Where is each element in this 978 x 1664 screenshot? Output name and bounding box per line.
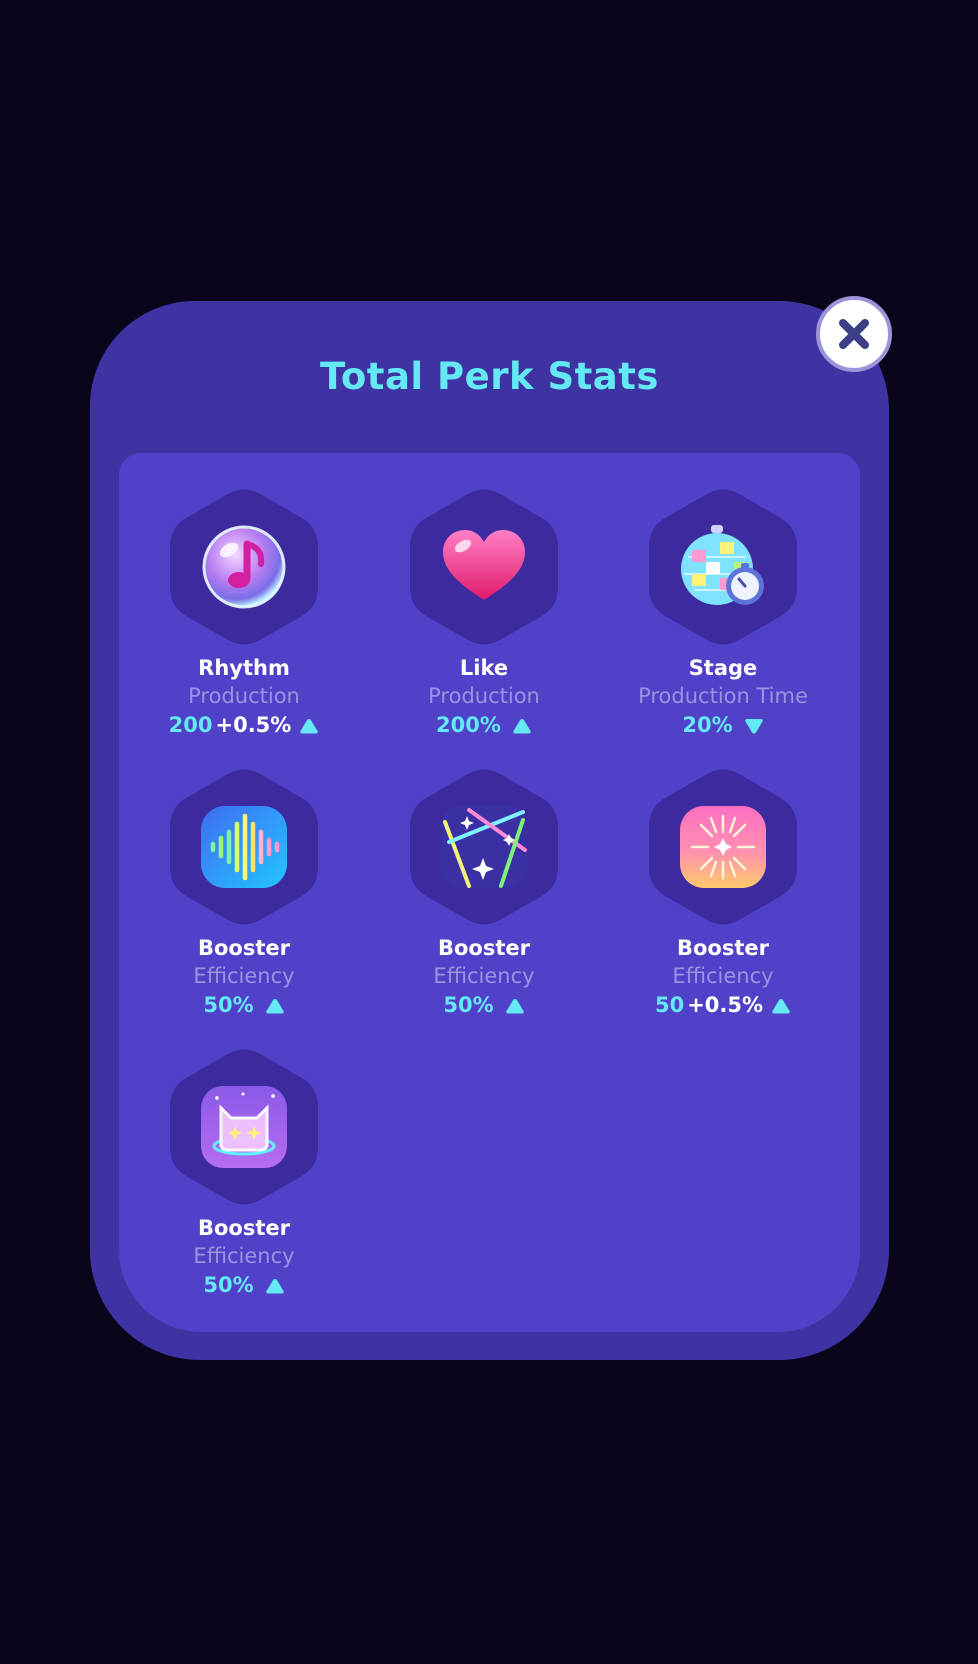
perk-stat-label: Efficiency bbox=[193, 964, 295, 988]
perk-icon-frame bbox=[410, 768, 558, 926]
perk-name: Booster bbox=[438, 936, 530, 960]
perk-name: Booster bbox=[198, 1216, 290, 1240]
sound-wave-icon bbox=[201, 806, 287, 888]
perk-value: 50% bbox=[124, 991, 364, 1020]
laser-lights-icon bbox=[441, 806, 527, 888]
perk-value-main: 50% bbox=[203, 1273, 254, 1297]
perk-stat-label: Efficiency bbox=[672, 964, 774, 988]
fireworks-icon bbox=[680, 806, 766, 888]
perk-value-main: 20% bbox=[682, 713, 733, 737]
neon-cat-icon bbox=[201, 1086, 287, 1168]
perk-icon-frame bbox=[170, 1048, 318, 1206]
music-bubble-icon bbox=[202, 525, 286, 609]
perk-icon-frame bbox=[170, 768, 318, 926]
perk-value: 50 +0.5% bbox=[603, 991, 843, 1020]
perk-name: Stage bbox=[688, 656, 758, 680]
perk-stat-label: Efficiency bbox=[433, 964, 535, 988]
perk-grid-panel: Rhythm Production 200 +0.5% Like Product… bbox=[119, 453, 860, 1332]
perk-value-bonus: +0.5% bbox=[687, 993, 764, 1017]
perk-icon-frame bbox=[649, 488, 797, 646]
close-x-icon bbox=[839, 319, 869, 349]
increase-arrow-icon bbox=[505, 998, 524, 1013]
increase-arrow-icon bbox=[265, 998, 284, 1013]
perk-name: Like bbox=[459, 656, 509, 680]
increase-arrow-icon bbox=[513, 718, 531, 733]
perk-icon-frame bbox=[170, 488, 318, 646]
perk-name: Booster bbox=[677, 936, 769, 960]
perk-card-stage: Stage Production Time 20% bbox=[603, 488, 843, 740]
perk-card-like: Like Production 200% bbox=[364, 488, 604, 740]
perk-icon-frame bbox=[410, 488, 558, 646]
perk-value-main: 50% bbox=[443, 993, 494, 1017]
perk-value-main: 200 bbox=[168, 713, 213, 737]
perk-name: Booster bbox=[198, 936, 290, 960]
modal-title: Total Perk Stats bbox=[320, 355, 659, 398]
perk-value: 20% bbox=[603, 711, 843, 740]
perk-card-booster-4: Booster Efficiency 50% bbox=[124, 1048, 364, 1300]
perk-value: 200 +0.5% bbox=[124, 711, 364, 740]
perk-card-booster-2: Booster Efficiency 50% bbox=[364, 768, 604, 1020]
perk-value-bonus: +0.5% bbox=[215, 713, 292, 737]
perk-stats-modal: Total Perk Stats Rhythm Production 200 +… bbox=[90, 301, 889, 1360]
heart-icon bbox=[443, 530, 525, 600]
perk-name: Rhythm bbox=[198, 656, 290, 680]
perk-stat-label: Production bbox=[428, 684, 540, 708]
perk-card-rhythm: Rhythm Production 200 +0.5% bbox=[124, 488, 364, 740]
increase-arrow-icon bbox=[772, 998, 790, 1013]
perk-card-booster-3: Booster Efficiency 50 +0.5% bbox=[603, 768, 843, 1020]
perk-value: 50% bbox=[124, 1271, 364, 1300]
perk-value: 200% bbox=[364, 711, 604, 740]
perk-card-booster-1: Booster Efficiency 50% bbox=[124, 768, 364, 1020]
perk-stat-label: Production Time bbox=[638, 684, 808, 708]
decrease-arrow-icon bbox=[744, 718, 763, 733]
close-button[interactable] bbox=[816, 296, 892, 372]
perk-icon-frame bbox=[649, 768, 797, 926]
increase-arrow-icon bbox=[300, 718, 319, 733]
disco-ball-timer-icon bbox=[681, 525, 764, 605]
perk-value-main: 50 bbox=[654, 993, 685, 1017]
perk-value-main: 50% bbox=[203, 993, 254, 1017]
increase-arrow-icon bbox=[265, 1278, 284, 1293]
perk-value-main: 200% bbox=[436, 713, 501, 737]
perk-stat-label: Production bbox=[188, 684, 300, 708]
perk-value: 50% bbox=[364, 991, 604, 1020]
perk-stat-label: Efficiency bbox=[193, 1244, 295, 1268]
